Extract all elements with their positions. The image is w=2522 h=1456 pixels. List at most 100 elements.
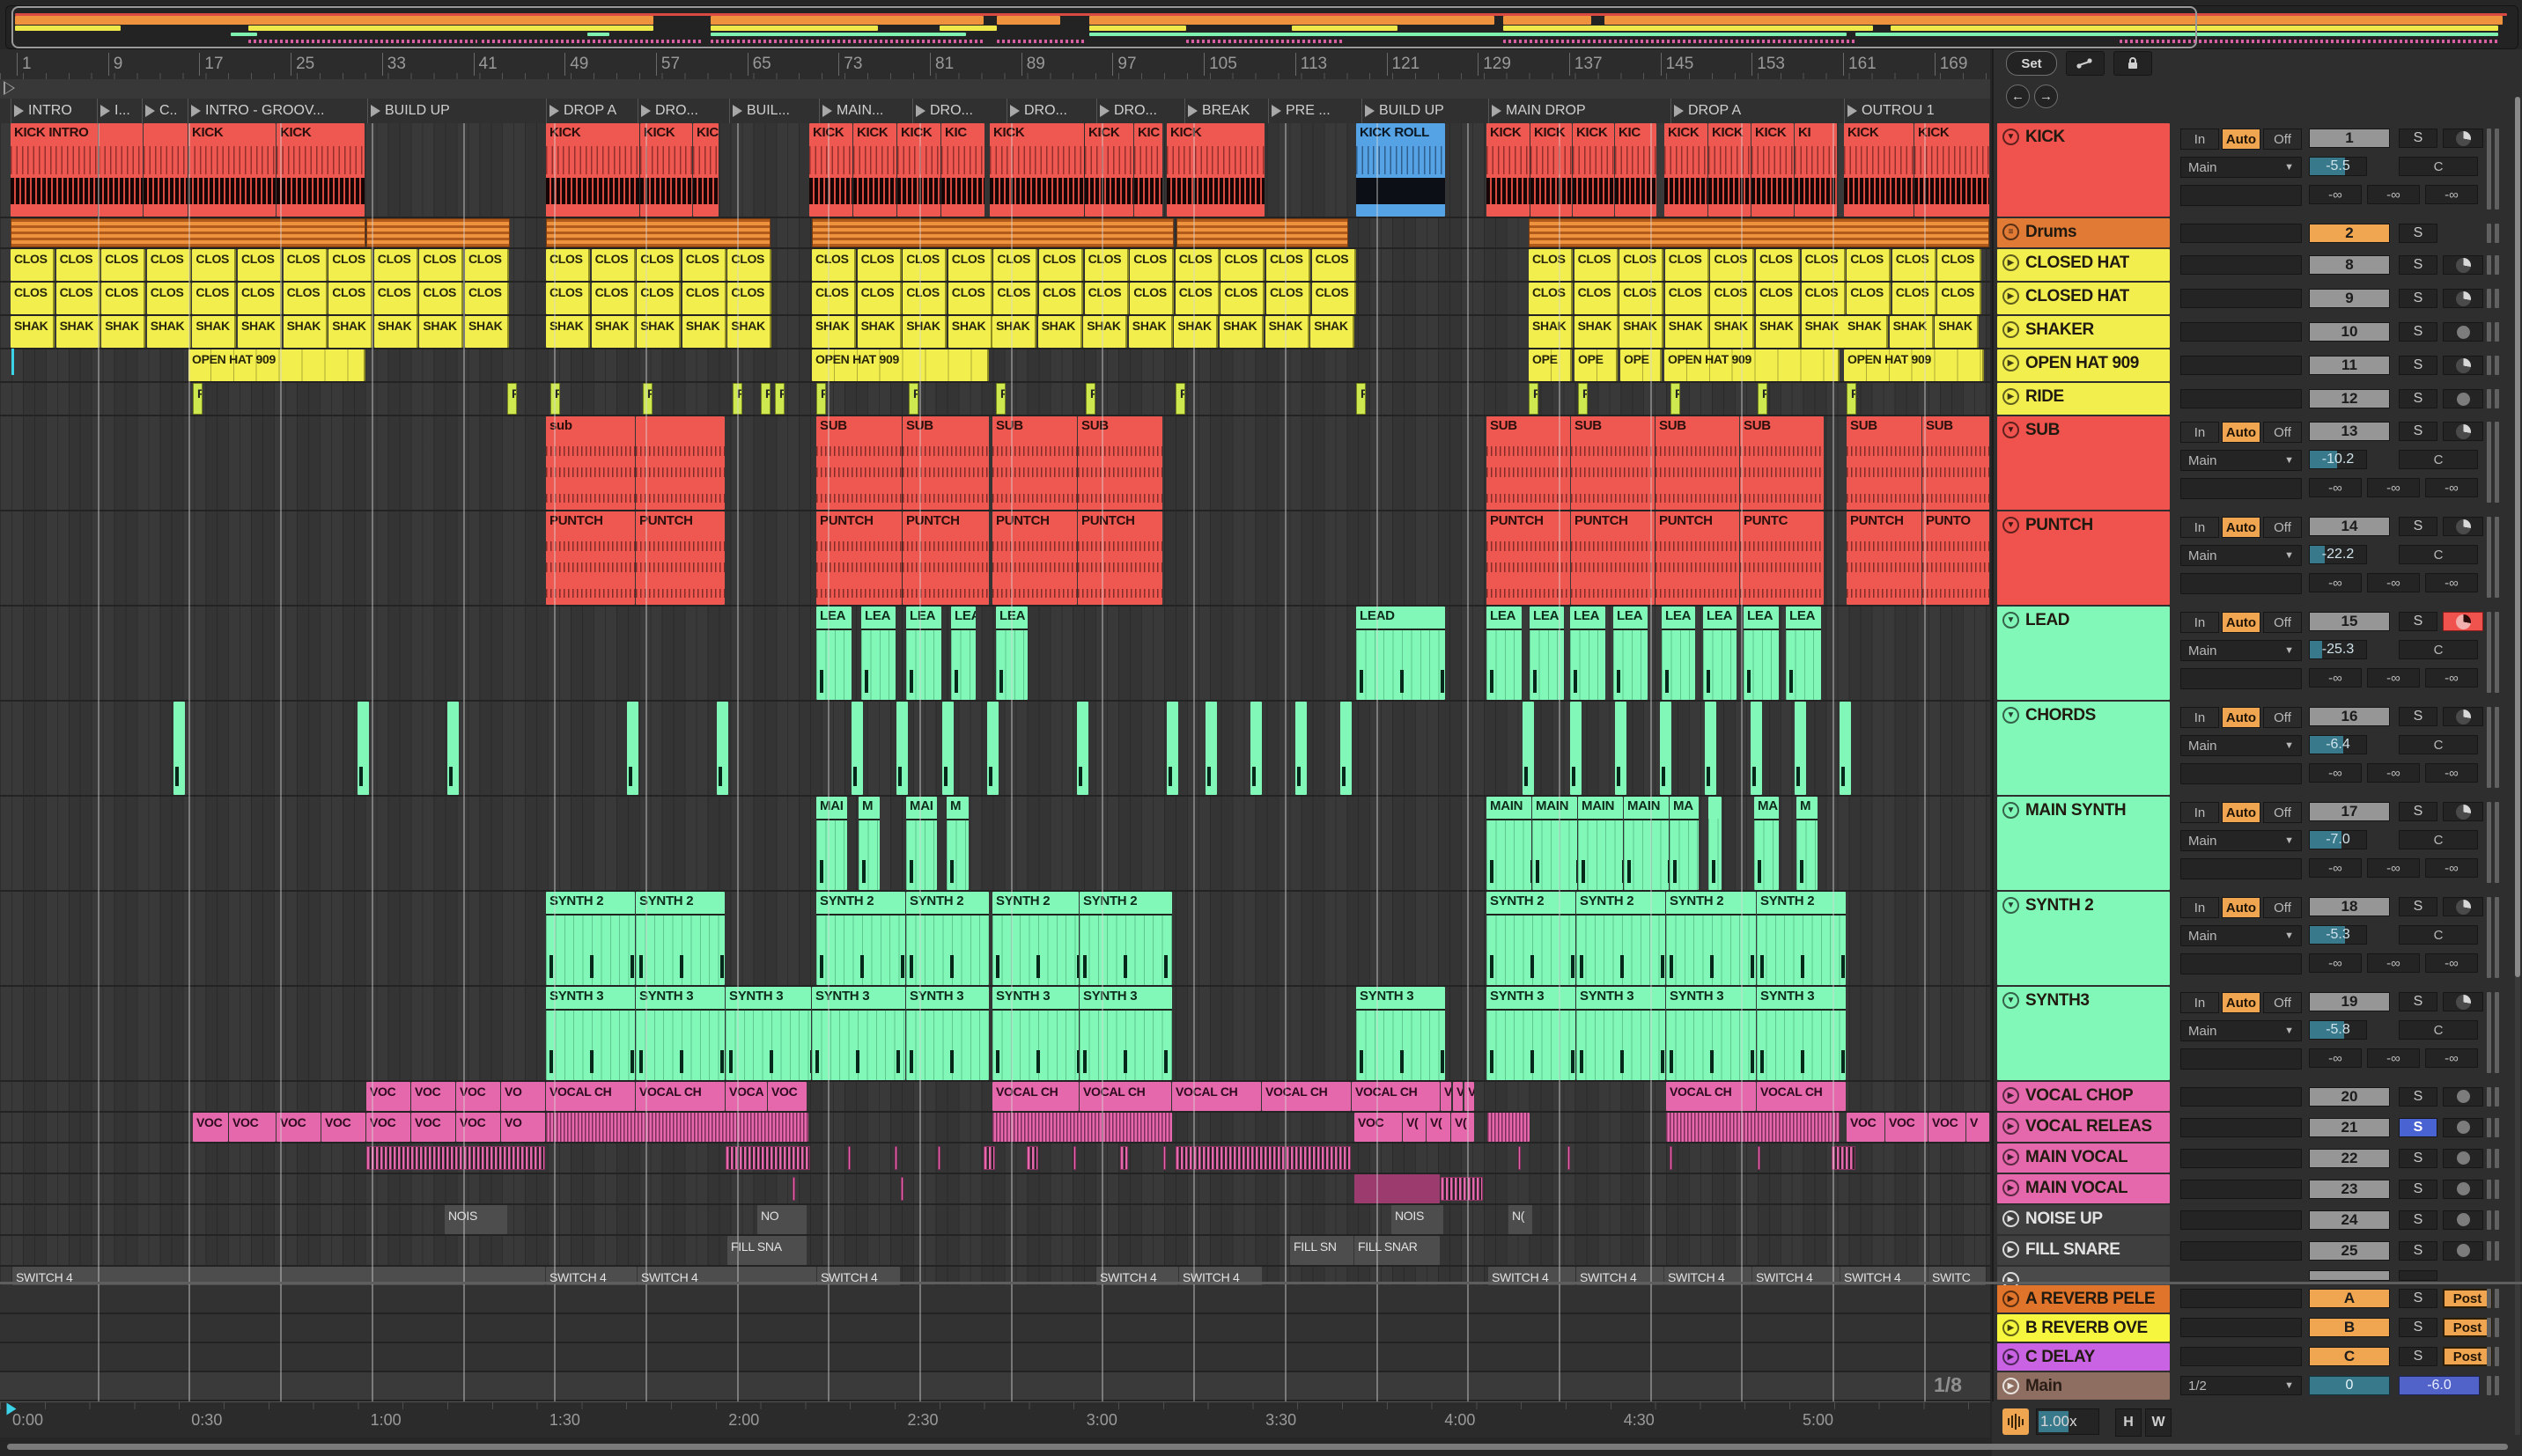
- clip[interactable]: [1705, 702, 1716, 795]
- clip[interactable]: LEA: [1662, 607, 1695, 700]
- clip[interactable]: LEA: [1530, 607, 1564, 700]
- clip[interactable]: VOC: [411, 1113, 455, 1142]
- track-header-open-hat-909[interactable]: ▶ OPEN HAT 909: [1997, 349, 2170, 381]
- clip[interactable]: SHAK: [1174, 316, 1219, 348]
- output-routing-select[interactable]: Main ▼: [2180, 545, 2302, 566]
- clip[interactable]: MA: [1754, 797, 1779, 890]
- fold-icon[interactable]: ▶: [2002, 1118, 2019, 1135]
- send-c-value[interactable]: -∞: [2425, 668, 2478, 688]
- solo-button[interactable]: S: [2399, 129, 2437, 148]
- clip[interactable]: F: [643, 383, 653, 415]
- solo-button[interactable]: S: [2399, 802, 2437, 821]
- clip[interactable]: FILL SNAR: [1354, 1236, 1440, 1265]
- clip[interactable]: KICK: [1914, 123, 1989, 217]
- clip[interactable]: F: [1176, 383, 1185, 415]
- input-field[interactable]: [2180, 185, 2302, 206]
- clip[interactable]: OPE: [1529, 349, 1572, 381]
- send-c-value[interactable]: -∞: [2425, 478, 2478, 497]
- arm-button[interactable]: [2443, 129, 2483, 148]
- track-header-ride[interactable]: ▶ RIDE: [1997, 383, 2170, 415]
- clip[interactable]: VOC: [1847, 1113, 1884, 1142]
- pan-field[interactable]: C: [2399, 545, 2478, 564]
- clip[interactable]: V(: [1403, 1113, 1426, 1142]
- clip[interactable]: LEA: [996, 607, 1028, 700]
- clip[interactable]: CLOS: [948, 283, 992, 314]
- clip[interactable]: M: [947, 797, 969, 890]
- clip[interactable]: PUNTO: [1922, 511, 1989, 605]
- send-b-value[interactable]: -∞: [2367, 858, 2420, 878]
- send-b-value[interactable]: -∞: [2367, 953, 2420, 973]
- clip[interactable]: SYNTH 2: [1080, 892, 1172, 985]
- clip[interactable]: [942, 702, 954, 795]
- input-field[interactable]: [2180, 478, 2302, 499]
- clip[interactable]: CLOS: [546, 249, 591, 281]
- arm-button[interactable]: [2443, 1240, 2483, 1261]
- solo-button[interactable]: [2399, 1270, 2437, 1281]
- clip[interactable]: SYNTH 3: [1666, 987, 1756, 1080]
- clip[interactable]: LEA: [1570, 607, 1605, 700]
- track-header-c-delay[interactable]: ▶ C DELAY: [1997, 1343, 2170, 1371]
- track-header-vocal-releas[interactable]: ▶ VOCAL RELEAS: [1997, 1113, 2170, 1142]
- clip[interactable]: MA: [1670, 797, 1699, 890]
- clip[interactable]: [1441, 1177, 1483, 1201]
- clip[interactable]: CLOS: [1937, 249, 1982, 281]
- track-header-drums[interactable]: ≡ Drums: [1997, 218, 2170, 247]
- clip[interactable]: PUNTCH: [1078, 511, 1162, 605]
- fold-icon[interactable]: ▶: [2002, 1087, 2019, 1104]
- monitor-off-button[interactable]: Off: [2263, 129, 2302, 150]
- clip[interactable]: N(: [1508, 1205, 1532, 1234]
- clip[interactable]: VOC: [456, 1113, 500, 1142]
- clip[interactable]: [1295, 702, 1307, 795]
- clip[interactable]: F: [816, 383, 826, 415]
- send-c-value[interactable]: -∞: [2425, 1048, 2478, 1068]
- input-field[interactable]: [2180, 1179, 2302, 1199]
- clip[interactable]: CLOS: [1892, 249, 1936, 281]
- clip[interactable]: NOIS: [1391, 1205, 1443, 1234]
- clip[interactable]: KICK: [1708, 123, 1751, 217]
- monitor-in-button[interactable]: In: [2180, 897, 2219, 918]
- clip[interactable]: F: [1578, 383, 1588, 415]
- clip[interactable]: SHAK: [146, 316, 191, 348]
- clip[interactable]: NOIS: [445, 1205, 507, 1234]
- clip[interactable]: CLOS: [465, 283, 510, 314]
- clip[interactable]: SYNTH 2: [636, 892, 725, 985]
- clip[interactable]: CLOS: [11, 283, 55, 314]
- clip[interactable]: CLOS: [1847, 283, 1892, 314]
- output-routing-select[interactable]: Main ▼: [2180, 830, 2302, 851]
- monitor-off-button[interactable]: Off: [2263, 517, 2302, 538]
- arm-button[interactable]: [2443, 1148, 2483, 1168]
- input-field[interactable]: [2180, 763, 2302, 784]
- clip[interactable]: CLOS: [11, 249, 55, 281]
- send-c-value[interactable]: -∞: [2425, 953, 2478, 973]
- arm-button[interactable]: [2443, 897, 2483, 916]
- clip[interactable]: CLOS: [727, 283, 772, 314]
- volume-field[interactable]: -25.3: [2309, 640, 2367, 659]
- clip[interactable]: SHAK: [1844, 316, 1889, 348]
- clip[interactable]: [366, 1146, 545, 1170]
- clip[interactable]: [546, 1113, 808, 1142]
- clip[interactable]: SYNTH 2: [906, 892, 989, 985]
- clip[interactable]: SHAK: [948, 316, 992, 348]
- cue-volume-field[interactable]: -6.0: [2399, 1376, 2480, 1395]
- clip[interactable]: KICK: [546, 123, 639, 217]
- clip[interactable]: F: [550, 383, 560, 415]
- clip[interactable]: SYNTH 3: [636, 987, 725, 1080]
- lock-envelopes-button[interactable]: [2113, 51, 2152, 76]
- clip[interactable]: CLOS: [1664, 283, 1709, 314]
- clip[interactable]: VOCA: [726, 1082, 767, 1111]
- monitor-off-button[interactable]: Off: [2263, 802, 2302, 823]
- clip[interactable]: [1666, 1113, 1840, 1142]
- forward-arrow-button[interactable]: →: [2034, 85, 2058, 108]
- pre-post-toggle[interactable]: Post: [2443, 1318, 2492, 1337]
- clip[interactable]: CLOS: [146, 249, 191, 281]
- clip[interactable]: F: [1670, 383, 1680, 415]
- clip[interactable]: SUB: [1740, 416, 1824, 510]
- clip[interactable]: CLOS: [948, 249, 992, 281]
- clip[interactable]: [938, 1146, 940, 1170]
- clip[interactable]: CLOS: [465, 249, 510, 281]
- clip[interactable]: [1708, 797, 1722, 890]
- clip[interactable]: SUB: [1847, 416, 1921, 510]
- clip[interactable]: CLOS: [903, 249, 948, 281]
- clip[interactable]: SHAK: [546, 316, 591, 348]
- input-field[interactable]: [2180, 668, 2302, 689]
